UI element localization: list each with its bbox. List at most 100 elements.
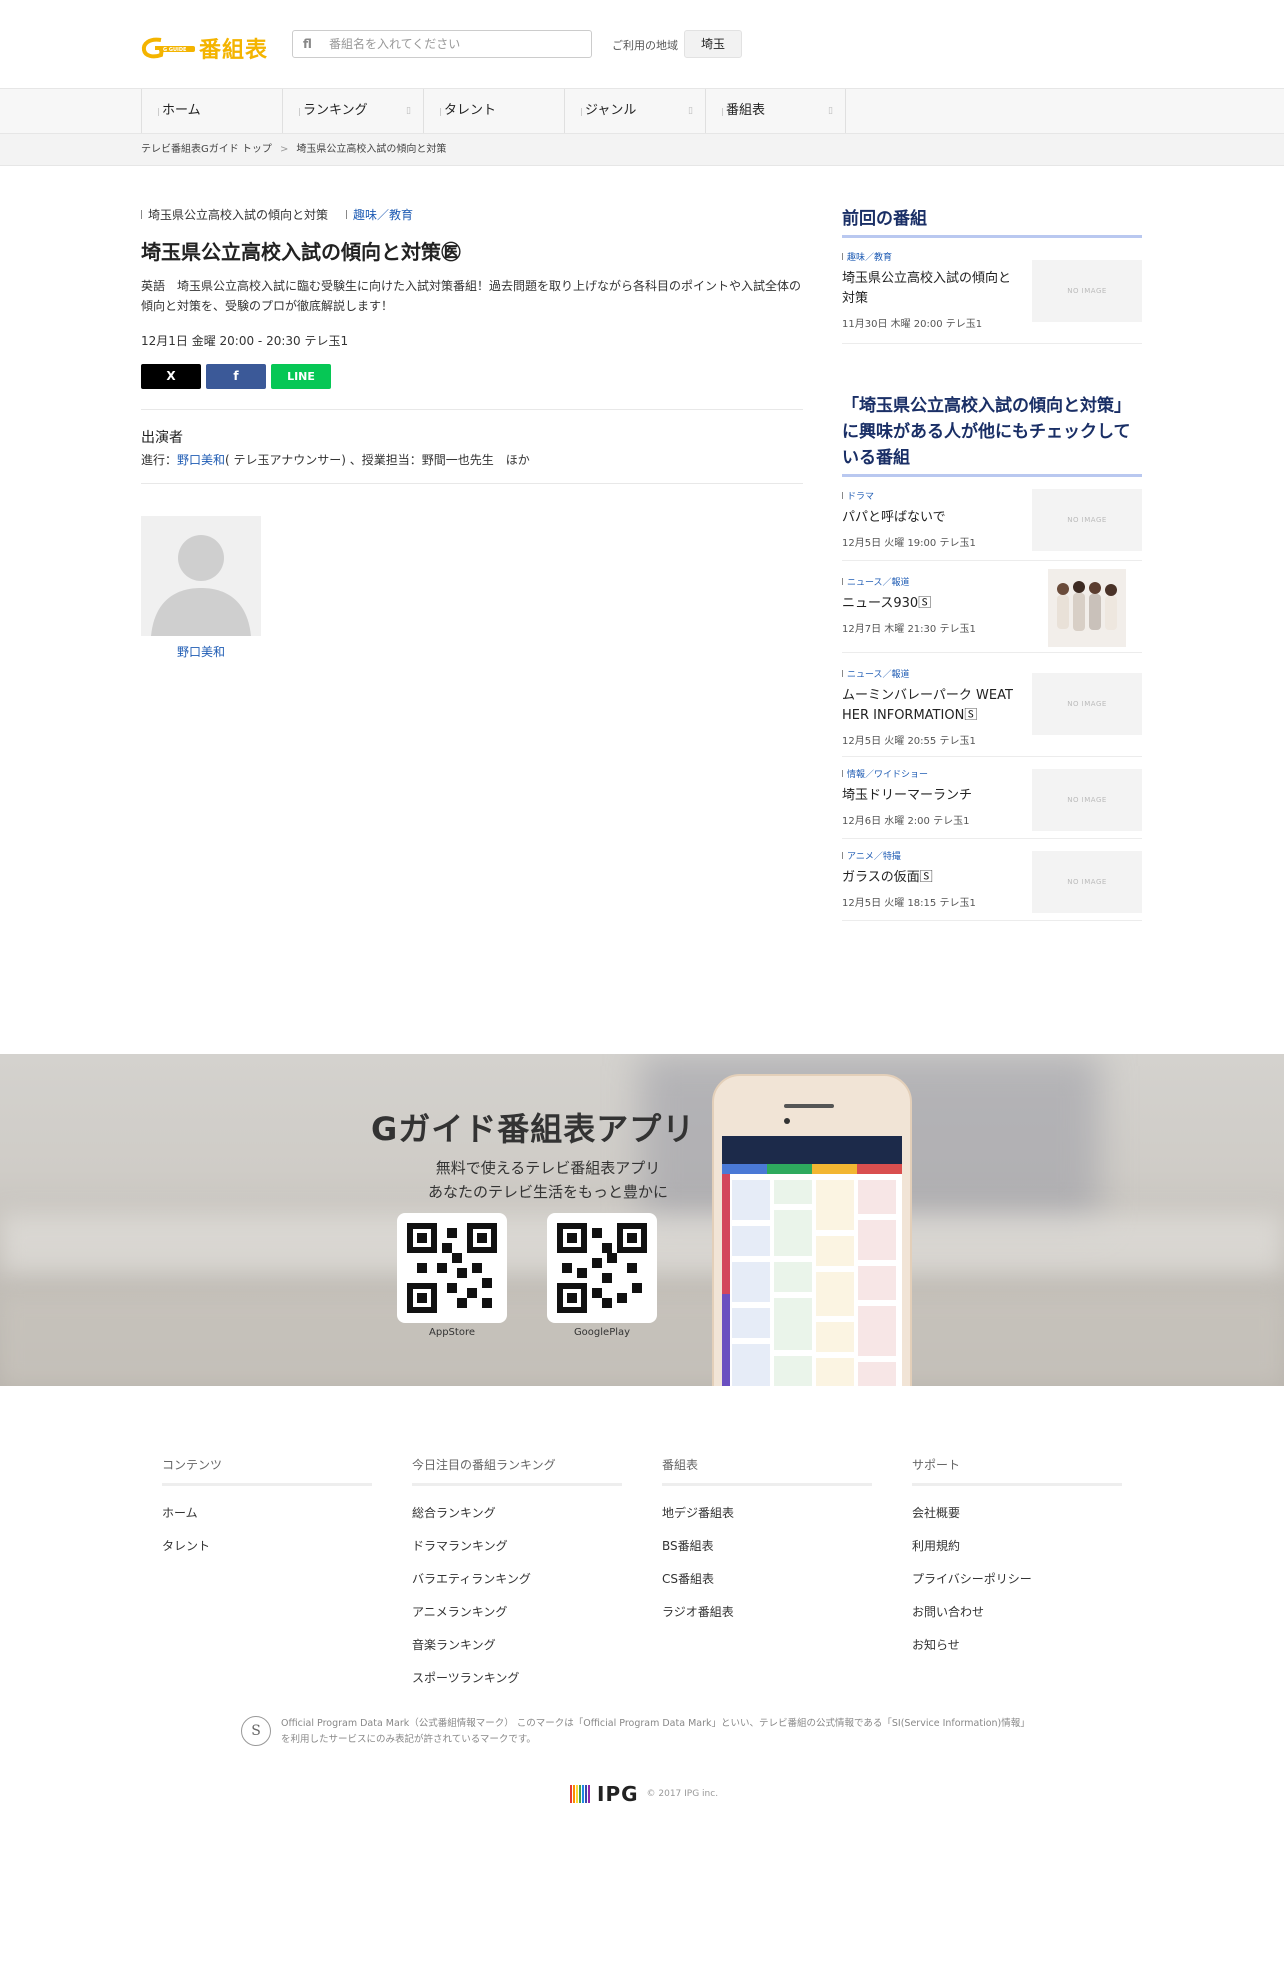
footer-link[interactable]: BS番組表 <box>662 1537 872 1554</box>
nav-item-schedule[interactable]: 番組表 ▯ <box>705 89 846 133</box>
footer-link[interactable]: CS番組表 <box>662 1570 872 1587</box>
nav-label: 番組表 <box>726 103 766 118</box>
footer-column-contents: コンテンツ ホーム タレント <box>162 1456 372 1554</box>
footer-link[interactable]: プライバシーポリシー <box>912 1570 1122 1587</box>
nav-item-home[interactable]: ホーム <box>141 89 282 133</box>
related-item[interactable]: ドラマ パパと呼ばないで 12月5日 火曜 19:00 テレ玉1 NO IMAG… <box>842 477 1142 561</box>
program-category-row: 埼玉県公立高校入試の傾向と対策 趣味／教育 <box>141 206 413 223</box>
googleplay-qr-code[interactable] <box>547 1213 657 1323</box>
qr-code-icon <box>407 1223 497 1313</box>
footer-link[interactable]: タレント <box>162 1537 372 1554</box>
phone-speaker-icon <box>784 1104 834 1108</box>
footer-link[interactable]: 総合ランキング <box>412 1504 622 1521</box>
genre-marker-icon <box>842 492 843 499</box>
footer-heading: コンテンツ <box>162 1456 372 1486</box>
cast-suffix: ( テレ玉アナウンサー) 、授業担当：野間一也先生 ほか <box>225 453 530 467</box>
footer-heading: サポート <box>912 1456 1122 1486</box>
app-banner-title: Gガイド番組表アプリ <box>371 1110 696 1148</box>
genre-label: ニュース／報道 <box>847 670 910 680</box>
item-title: パパと呼ばないで <box>842 510 946 525</box>
related-heading: 「埼玉県公立高校入試の傾向と対策」に興味がある人が他にもチェックしている番組 <box>842 393 1142 477</box>
program-airtime: 12月1日 金曜 20:00 - 20:30 テレ玉1 <box>141 334 349 348</box>
footer-link[interactable]: スポーツランキング <box>412 1669 622 1686</box>
x-logo-icon: X <box>166 369 176 383</box>
cast-talent-link[interactable]: 野口美和 <box>177 453 225 467</box>
footer-heading: 今日注目の番組ランキング <box>412 1456 622 1486</box>
footer-link[interactable]: バラエティランキング <box>412 1570 622 1587</box>
footer-link[interactable]: 会社概要 <box>912 1504 1122 1521</box>
series-link[interactable]: 埼玉県公立高校入試の傾向と対策 <box>148 206 328 223</box>
share-x-button[interactable]: X <box>141 364 201 389</box>
smartphone-illustration <box>712 1074 912 1386</box>
footer-column-ranking: 今日注目の番組ランキング 総合ランキング ドラマランキング バラエティランキング… <box>412 1456 622 1686</box>
app-banner-subtitle: 無料で使えるテレビ番組表アプリ あなたのテレビ生活をもっと豊かに <box>398 1156 698 1204</box>
footer-link[interactable]: 利用規約 <box>912 1537 1122 1554</box>
app-banner-line1: 無料で使えるテレビ番組表アプリ <box>435 1159 661 1177</box>
opdm-line2: を利用したサービスにのみ表記が許されているマークです。 <box>281 1734 536 1745</box>
footer-link[interactable]: アニメランキング <box>412 1603 622 1620</box>
nav-item-talent[interactable]: タレント <box>423 89 564 133</box>
share-line-button[interactable]: LINE <box>271 364 331 389</box>
footer-link[interactable]: ドラマランキング <box>412 1537 622 1554</box>
related-item[interactable]: アニメ／特撮 ガラスの仮面🅂 12月5日 火曜 18:15 テレ玉1 NO IM… <box>842 839 1142 921</box>
related-item[interactable]: ニュース／報道 ニュース930🅂 12月7日 木曜 21:30 テレ玉1 <box>842 561 1142 653</box>
genre-tag[interactable]: 趣味／教育 <box>346 206 413 223</box>
footer-link[interactable]: 音楽ランキング <box>412 1636 622 1653</box>
previous-section: 前回の番組 趣味／教育 埼玉県公立高校入試の傾向と対策 11月30日 木曜 20… <box>842 206 1142 344</box>
search-icon[interactable]: ﬂ <box>303 37 317 51</box>
footer-link[interactable]: 地デジ番組表 <box>662 1504 872 1521</box>
site-header: G GUIDE 番組表 ﬂ ご利用の地域 埼玉 <box>0 0 1284 88</box>
chevron-down-icon: ▯ <box>688 106 693 116</box>
nav-item-ranking[interactable]: ランキング ▯ <box>282 89 423 133</box>
avatar-placeholder-icon <box>141 516 261 636</box>
item-title: ガラスの仮面🅂 <box>842 870 933 885</box>
facebook-logo-icon: f <box>233 369 239 383</box>
related-item[interactable]: ニュース／報道 ムーミンバレーパーク WEATHER INFORMATION🅂 … <box>842 653 1142 757</box>
item-title: 埼玉ドリーマーランチ <box>842 788 973 803</box>
region-label: ご利用の地域 <box>612 39 678 52</box>
genre-label: アニメ／特撮 <box>847 852 901 862</box>
nav-label: ジャンル <box>585 103 637 118</box>
opdm-text: Official Program Data Mark（公式番組情報マーク） この… <box>281 1716 1030 1748</box>
genre-marker-icon <box>842 578 843 585</box>
global-nav: ホーム ランキング ▯ タレント ジャンル ▯ 番組表 ▯ <box>0 88 1284 134</box>
copyright: © 2017 IPG inc. <box>646 1789 719 1799</box>
no-image-thumbnail: NO IMAGE <box>1032 489 1142 551</box>
no-image-thumbnail: NO IMAGE <box>1032 260 1142 322</box>
genre-label: 情報／ワイドショー <box>847 770 929 780</box>
item-title: 埼玉県公立高校入試の傾向と対策 <box>842 271 1012 306</box>
divider <box>141 409 803 410</box>
talent-card[interactable]: 野口美和 <box>141 516 261 660</box>
talent-name: 野口美和 <box>176 645 225 659</box>
breadcrumb-home[interactable]: テレビ番組表Gガイド トップ <box>141 134 272 166</box>
region-button[interactable]: 埼玉 <box>684 30 742 58</box>
share-facebook-button[interactable]: f <box>206 364 266 389</box>
footer-heading: 番組表 <box>662 1456 872 1486</box>
appstore-qr-code[interactable] <box>397 1213 507 1323</box>
program-photo-thumbnail <box>1048 569 1126 647</box>
no-image-thumbnail: NO IMAGE <box>1032 851 1142 913</box>
share-buttons: X f LINE <box>141 364 336 389</box>
official-program-data-mark: S Official Program Data Mark（公式番組情報マーク） … <box>241 1716 1030 1748</box>
cast-prefix: 進行： <box>141 453 178 467</box>
category-marker-icon <box>141 210 142 219</box>
footer-link[interactable]: お問い合わせ <box>912 1603 1122 1620</box>
footer-link[interactable]: お知らせ <box>912 1636 1122 1653</box>
nav-item-genre[interactable]: ジャンル ▯ <box>564 89 705 133</box>
item-title: ムーミンバレーパーク WEATHER INFORMATION🅂 <box>842 688 1013 723</box>
cast-heading: 出演者 <box>141 430 183 446</box>
genre-label: ドラマ <box>847 492 875 502</box>
phone-camera-icon <box>784 1118 790 1124</box>
chevron-down-icon: ▯ <box>828 106 833 116</box>
page-title: 埼玉県公立高校入試の傾向と対策㊩ <box>141 240 461 264</box>
search-input[interactable] <box>329 37 569 51</box>
search-box: ﬂ <box>292 30 592 58</box>
site-logo[interactable]: G GUIDE 番組表 <box>141 32 268 64</box>
footer-link[interactable]: ホーム <box>162 1504 372 1521</box>
related-item[interactable]: 情報／ワイドショー 埼玉ドリーマーランチ 12月6日 水曜 2:00 テレ玉1 … <box>842 757 1142 839</box>
previous-program-item[interactable]: 趣味／教育 埼玉県公立高校入試の傾向と対策 11月30日 木曜 20:00 テレ… <box>842 238 1142 344</box>
footer-link[interactable]: ラジオ番組表 <box>662 1603 872 1620</box>
schedule-grid-icon <box>722 1174 896 1386</box>
breadcrumb-separator: > <box>279 144 289 155</box>
app-screenshot <box>722 1136 902 1386</box>
